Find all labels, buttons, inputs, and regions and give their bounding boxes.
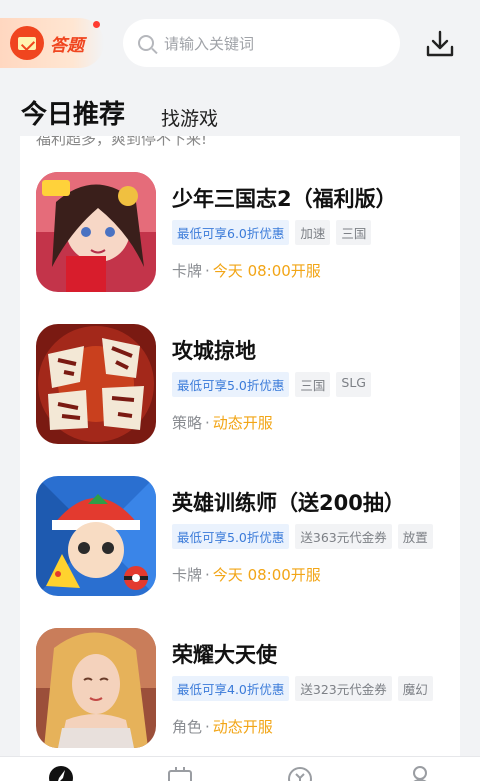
tag: 送363元代金券 [295, 524, 392, 549]
game-name: 英雄训练师（送200抽） [172, 491, 405, 515]
game-icon [36, 172, 156, 292]
coupon-icon[interactable] [287, 765, 313, 781]
game-category: 策略 [172, 414, 203, 432]
tag: 加速 [295, 220, 331, 245]
game-category: 角色 [172, 718, 203, 736]
list-item[interactable]: 英雄训练师（送200抽） 最低可享5.0折优惠 送363元代金券 放置 卡牌 · 今… [36, 476, 456, 600]
server-open-time: 动态开服 [212, 414, 273, 432]
tag: 送323元代金券 [295, 676, 392, 701]
tag: SLG [336, 372, 371, 397]
tag: 放置 [397, 524, 433, 549]
game-meta: 卡牌 · 今天 08:00开服 [172, 566, 321, 584]
list-item[interactable]: 少年三国志2（福利版） 最低可享6.0折优惠 加速 三国 卡牌 · 今天 08:00… [36, 172, 456, 296]
game-name: 荣耀大天使 [172, 643, 277, 667]
top-header: 答题 请输入关键词 [0, 0, 480, 88]
tab-bar: 今日推荐 找游戏 [0, 92, 480, 136]
tag: 三国 [336, 220, 372, 245]
search-icon [138, 35, 154, 51]
discount-tag: 最低可享4.0折优惠 [172, 676, 290, 701]
game-meta: 角色 · 动态开服 [172, 718, 273, 736]
tag-list: 最低可享5.0折优惠 三国 SLG [172, 372, 371, 397]
server-open-time: 今天 08:00开服 [212, 566, 321, 584]
game-name: 攻城掠地 [172, 339, 256, 363]
bottom-nav [0, 756, 480, 781]
tag-list: 最低可享5.0折优惠 送363元代金券 放置 [172, 524, 433, 549]
discount-tag: 最低可享5.0折优惠 [172, 524, 290, 549]
game-meta: 卡牌 · 今天 08:00开服 [172, 262, 321, 280]
download-icon[interactable] [424, 28, 456, 60]
game-name: 少年三国志2（福利版） [172, 187, 397, 211]
tag-list: 最低可享6.0折优惠 加速 三国 [172, 220, 372, 245]
tab-find-games[interactable]: 找游戏 [161, 104, 218, 131]
promo-text: 福利超多，爽到停不下来! [36, 136, 208, 148]
tag: 三国 [295, 372, 331, 397]
discount-tag: 最低可享5.0折优惠 [172, 372, 290, 397]
discount-tag: 最低可享6.0折优惠 [172, 220, 290, 245]
game-icon [36, 628, 156, 748]
server-open-time: 动态开服 [212, 718, 273, 736]
compass-icon[interactable] [48, 765, 74, 781]
red-envelope-icon [10, 26, 44, 60]
game-icon [36, 324, 156, 444]
gamepad-icon[interactable] [167, 765, 193, 781]
game-meta: 策略 · 动态开服 [172, 414, 273, 432]
search-input[interactable]: 请输入关键词 [123, 19, 400, 67]
game-icon [36, 476, 156, 596]
game-list-card: 福利超多，爽到停不下来! 少年三国志2（福利版） 最低可享6.0折优惠 加速 三… [20, 136, 460, 781]
tab-today-recommend[interactable]: 今日推荐 [21, 94, 125, 131]
tag: 魔幻 [397, 676, 433, 701]
quiz-label: 答题 [50, 35, 84, 56]
game-category: 卡牌 [172, 566, 203, 584]
tag-list: 最低可享4.0折优惠 送323元代金券 魔幻 [172, 676, 433, 701]
user-icon[interactable] [407, 765, 433, 781]
game-category: 卡牌 [172, 262, 203, 280]
list-item[interactable]: 攻城掠地 最低可享5.0折优惠 三国 SLG 策略 · 动态开服 [36, 324, 456, 448]
search-placeholder: 请输入关键词 [164, 34, 255, 53]
server-open-time: 今天 08:00开服 [212, 262, 321, 280]
notification-dot [93, 21, 100, 28]
list-item[interactable]: 荣耀大天使 最低可享4.0折优惠 送323元代金券 魔幻 角色 · 动态开服 [36, 628, 456, 752]
quiz-button[interactable]: 答题 [0, 18, 104, 68]
